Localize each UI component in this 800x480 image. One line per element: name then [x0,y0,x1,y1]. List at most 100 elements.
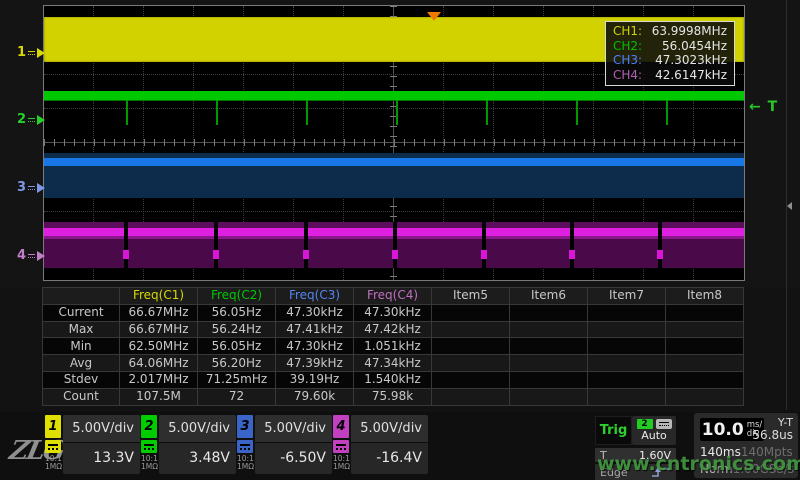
trigger-level-value: 1.60V [639,449,671,462]
cell-value [432,338,510,355]
cell-value: 72 [198,388,276,405]
cell-value: 75.98k [354,388,432,405]
ch3-scale-panel[interactable]: 5.00V/div -6.50V [255,415,332,474]
cell-value: 1.051kHz [354,338,432,355]
trigger-level-row[interactable]: T 1.60V [595,448,676,462]
measure-header-freq-c1[interactable]: Freq(C1) [120,288,198,305]
cell-value: 66.67MHz [120,304,198,321]
trigger-level-prefix: T [600,449,607,462]
trigger-position-marker-icon[interactable] [427,12,441,21]
table-row-count: Count 107.5M 72 79.60k 75.98k [43,388,744,405]
cell-value [510,371,588,388]
cell-value: 1.540kHz [354,371,432,388]
trigger-source-panel[interactable]: 2 Auto [632,416,676,445]
row-label: Avg [43,355,120,372]
measure-header-item8[interactable]: Item8 [666,288,744,305]
cell-value: 47.30kHz [354,304,432,321]
ch4-volts-per-div: 5.00V/div [351,415,428,443]
row-label: Min [43,338,120,355]
ch2-dc-coupling-icon [28,118,35,122]
row-label: Max [43,321,120,338]
ch2-marker-label: 2 [17,113,26,126]
measure-header-blank [43,288,120,305]
trigger-type-row[interactable]: Edge [595,464,676,480]
ch1-marker-label: 1 [17,46,26,59]
cell-value: 39.19Hz [276,371,354,388]
ch4-coupling-dc-icon [333,440,349,453]
ch4-status-cell[interactable]: 4 10:11MΩ 5.00V/div -16.4V [333,415,428,478]
ch3-marker-label: 3 [17,181,26,194]
measure-header-freq-c4[interactable]: Freq(C4) [354,288,432,305]
cell-value [510,355,588,372]
measure-header-item5[interactable]: Item5 [432,288,510,305]
cell-value [666,355,744,372]
measure-header-freq-c2[interactable]: Freq(C2) [198,288,276,305]
ch1-volts-per-div: 5.00V/div [63,415,140,443]
table-row-avg: Avg 64.06MHz 56.20Hz 47.39kHz 47.34kHz [43,355,744,372]
measure-header-item7[interactable]: Item7 [588,288,666,305]
ch1-position-marker[interactable]: 1 [17,46,45,59]
freq-ch4-value: 42.6147kHz [655,69,727,82]
cell-value [510,304,588,321]
ch1-status-cell[interactable]: 1 10:11MΩ 5.00V/div 13.3V [45,415,140,478]
ch1-scale-panel[interactable]: 5.00V/div 13.3V [63,415,140,474]
cell-value: 66.67MHz [120,321,198,338]
ch3-offset-value: -6.50V [255,443,332,473]
ch4-marker-label: 4 [17,249,26,262]
trigger-type-label: Edge [600,466,628,479]
ch2-status-cell[interactable]: 2 10:11MΩ 5.00V/div 3.48V [141,415,236,478]
bottom-status-bar: ZLG® 1 10:11MΩ 5.00V/div 13.3V 2 10:11MΩ… [0,412,800,480]
ch1-impedance: 1MΩ [45,462,62,471]
ch2-number-column: 2 10:11MΩ [141,415,157,471]
ch3-marker-arrow-icon [37,183,45,193]
table-row-stdev: Stdev 2.017MHz 71.25mHz 39.19Hz 1.540kHz [43,371,744,388]
ch3-number-column: 3 10:11MΩ [237,415,253,471]
cell-value [432,355,510,372]
row-label: Stdev [43,371,120,388]
measure-header-freq-c3[interactable]: Freq(C3) [276,288,354,305]
freq-row-ch3: CH3: 47.3023kHz [606,54,734,67]
ch4-marker-arrow-icon [37,251,45,261]
ch1-number-badge[interactable]: 1 [45,415,61,438]
table-row-min: Min 62.50MHz 56.05Hz 47.30kHz 1.051kHz [43,338,744,355]
ch3-number-badge[interactable]: 3 [237,415,253,438]
freq-row-ch2: CH2: 56.0454Hz [606,40,734,53]
cell-value: 62.50MHz [120,338,198,355]
memory-depth: 140Mpts [741,445,793,459]
acquisition-row-2: Norm 1.00GSa/s [694,462,798,476]
freq-ch3-label: CH3: [613,54,642,67]
ch3-waveform[interactable] [44,158,744,166]
sample-rate: 1.00GSa/s [733,462,794,476]
panel-handle-icon[interactable] [787,202,792,210]
ch3-dc-coupling-icon [28,186,35,190]
trigger-level-marker[interactable]: ← T [749,99,778,115]
cell-value [588,355,666,372]
ch3-status-cell[interactable]: 3 10:11MΩ 5.00V/div -6.50V [237,415,332,478]
ch4-position-marker[interactable]: 4 [17,249,45,262]
measure-header-item6[interactable]: Item6 [510,288,588,305]
row-label: Count [43,388,120,405]
ch2-position-marker[interactable]: 2 [17,113,45,126]
ch2-number-badge[interactable]: 2 [141,415,157,438]
ch2-waveform[interactable] [44,91,744,100]
ch2-volts-per-div: 5.00V/div [159,415,236,443]
freq-row-ch1: CH1: 63.9998MHz [606,25,734,38]
ch4-scale-panel[interactable]: 5.00V/div -16.4V [351,415,428,474]
freq-ch1-label: CH1: [613,25,642,38]
ch3-volts-per-div: 5.00V/div [255,415,332,443]
left-arrow-icon: ← [749,99,762,115]
freq-ch1-value: 63.9998MHz [652,25,727,38]
frequency-readout-panel: CH1: 63.9998MHz CH2: 56.0454Hz CH3: 47.3… [605,21,735,86]
cell-value: 47.30kHz [276,304,354,321]
ch3-position-marker[interactable]: 3 [17,181,45,194]
cell-value [588,321,666,338]
ch4-number-badge[interactable]: 4 [333,415,349,438]
cell-value [510,321,588,338]
trigger-coupling-dc-icon [656,419,672,429]
ch2-scale-panel[interactable]: 5.00V/div 3.48V [159,415,236,474]
trigger-section[interactable]: Trig 2 Auto T 1.60V Edge [595,416,676,478]
timebase-section[interactable]: 10.0 ms/div Y-T 56.8us 140ms 140Mpts Nor… [694,413,798,478]
trigger-title[interactable]: Trig [595,416,632,445]
ch1-marker-arrow-icon [37,48,45,58]
freq-ch2-value: 56.0454Hz [662,40,727,53]
